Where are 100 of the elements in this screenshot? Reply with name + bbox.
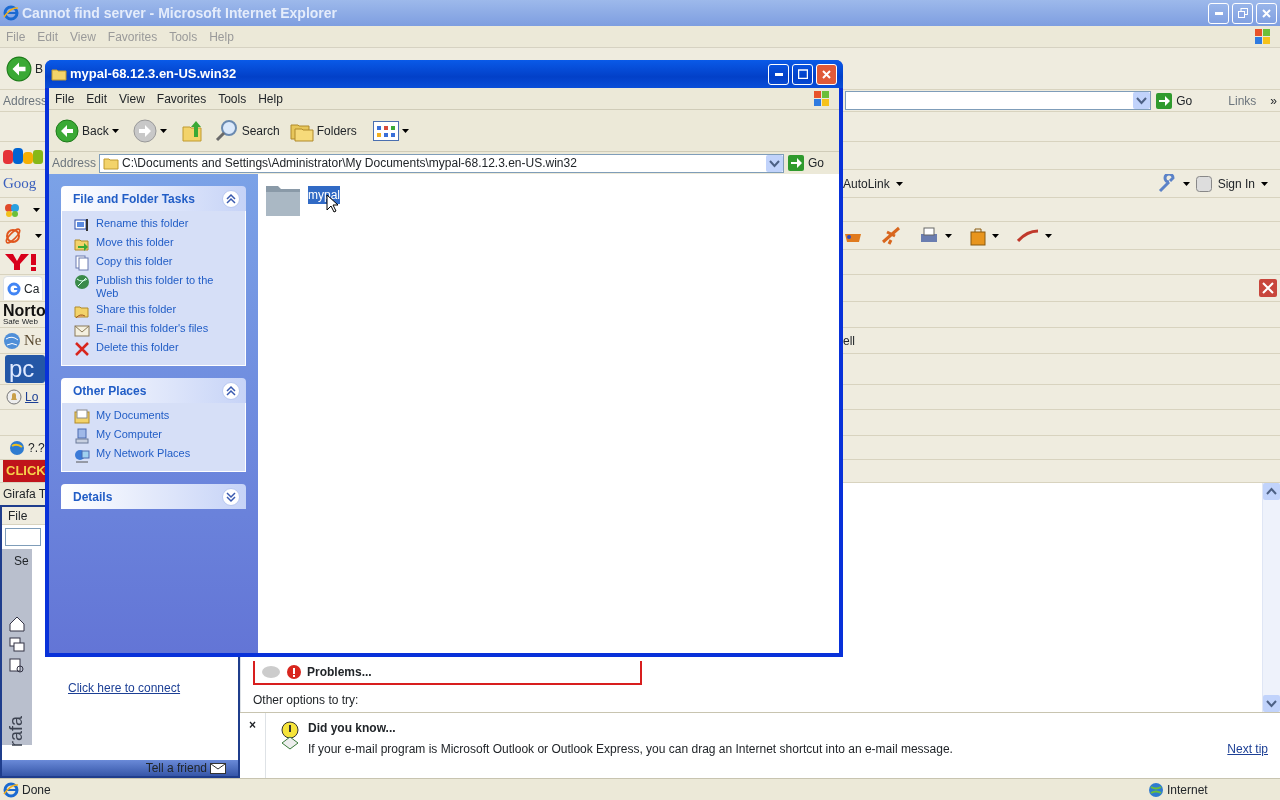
- panel-header[interactable]: Other Places: [61, 378, 246, 403]
- caret-icon[interactable]: [401, 128, 409, 133]
- minimize-icon: [774, 72, 783, 76]
- task-link[interactable]: Move this folder: [96, 236, 174, 249]
- panel-title: File and Folder Tasks: [73, 190, 195, 208]
- menu-item[interactable]: Edit: [86, 89, 108, 108]
- caret-icon[interactable]: [33, 207, 40, 212]
- task-link[interactable]: Share this folder: [96, 303, 177, 316]
- connect-link[interactable]: Click here to connect: [68, 679, 238, 697]
- more-button[interactable]: »: [1270, 91, 1277, 110]
- address-field[interactable]: C:\Documents and Settings\Administrator\My Documents\mypal-68.12.3.en-US.win32: [99, 153, 784, 173]
- restore-button[interactable]: [1232, 2, 1253, 24]
- pages-icon: [74, 255, 90, 271]
- folder-icon: [74, 409, 90, 425]
- toolbar-label: ell: [843, 332, 855, 350]
- panel-header[interactable]: File and Folder Tasks: [61, 186, 246, 211]
- minimize-icon: [1214, 11, 1223, 15]
- menu-item[interactable]: View: [119, 89, 145, 108]
- task-link[interactable]: Rename this folder: [96, 217, 189, 230]
- caret-icon[interactable]: [945, 233, 952, 238]
- address-text: C:\Documents and Settings\Administrator\My Documents\mypal-68.12.3.en-US.win32: [122, 155, 578, 172]
- globe-icon: [74, 274, 90, 290]
- collapse-icon[interactable]: [222, 381, 240, 400]
- links-button[interactable]: Links: [1228, 91, 1257, 110]
- task-link[interactable]: My Documents: [96, 409, 170, 422]
- expand-icon[interactable]: [222, 487, 240, 506]
- magnifier-page-icon[interactable]: [8, 657, 26, 675]
- caret-icon[interactable]: [895, 181, 903, 186]
- toolbar-link[interactable]: Lo: [25, 388, 39, 406]
- caret-icon[interactable]: [1045, 233, 1052, 238]
- collapse-icon[interactable]: [222, 189, 240, 208]
- browser-tab[interactable]: Ca: [3, 276, 44, 300]
- scroll-up-icon[interactable]: [1263, 483, 1280, 500]
- folder-arrow-icon: [74, 236, 90, 252]
- go-button[interactable]: Go: [1176, 91, 1193, 110]
- computer-icon: [74, 428, 90, 444]
- close-button[interactable]: [816, 63, 837, 85]
- checkbox-icon[interactable]: [1195, 175, 1212, 192]
- windows-icon[interactable]: [8, 636, 26, 654]
- bell-icon: [6, 389, 22, 405]
- problems-text: Problems...: [307, 664, 372, 681]
- disc-icon: [261, 665, 281, 679]
- brand-text: rafa: [5, 716, 28, 747]
- file-name[interactable]: mypal: [308, 186, 340, 204]
- panel-header[interactable]: Details: [61, 484, 246, 509]
- views-icon[interactable]: [372, 120, 399, 141]
- envelope-icon[interactable]: [210, 762, 226, 774]
- search-button[interactable]: Search: [214, 118, 280, 143]
- scroll-down-icon[interactable]: [1263, 695, 1280, 712]
- lightbulb-icon: [278, 719, 302, 751]
- task-link[interactable]: My Network Places: [96, 447, 191, 460]
- swoosh-icon[interactable]: [1017, 228, 1039, 243]
- next-tip-link[interactable]: Next tip: [1227, 739, 1268, 758]
- tip-title: Did you know...: [308, 720, 397, 737]
- close-icon[interactable]: [1259, 279, 1277, 297]
- caret-icon[interactable]: [992, 233, 999, 238]
- house-icon[interactable]: [8, 615, 26, 633]
- minimize-button[interactable]: [768, 63, 789, 85]
- autolink-button[interactable]: AutoLink: [843, 174, 890, 193]
- folder-icon: [51, 67, 67, 81]
- caret-icon[interactable]: [1182, 181, 1190, 186]
- address-field[interactable]: [845, 91, 1152, 110]
- address-label: Address: [3, 92, 48, 110]
- menu-item[interactable]: File: [8, 506, 28, 525]
- close-icon: [1262, 8, 1271, 18]
- shopping-bag-icon[interactable]: [970, 225, 986, 246]
- go-button[interactable]: Go: [808, 154, 824, 172]
- caret-icon[interactable]: [35, 233, 42, 238]
- status-text: Done: [22, 781, 52, 799]
- search-field[interactable]: [5, 528, 41, 546]
- menu-item[interactable]: Tools: [218, 89, 247, 108]
- caret-icon[interactable]: [1261, 181, 1268, 186]
- menu-item[interactable]: Help: [258, 89, 283, 108]
- window-title: Cannot find server - Microsoft Internet Explorer: [22, 3, 339, 23]
- sign-in-button[interactable]: Sign In: [1217, 174, 1255, 193]
- sidebar-tab[interactable]: Se: [2, 549, 32, 609]
- globe-icon: [3, 331, 21, 350]
- options-text: Other options to try:: [253, 692, 360, 709]
- window-icon: [74, 217, 90, 233]
- planet-icon[interactable]: [3, 225, 23, 246]
- wrench-icon[interactable]: [1156, 173, 1177, 194]
- task-link[interactable]: My Computer: [96, 428, 163, 441]
- tip-text: If your e-mail program is Microsoft Outlook or Outlook Express, you can drag an Internet shortcut into an e-mail message.: [308, 741, 954, 758]
- menu-item[interactable]: File: [55, 89, 75, 108]
- back-button[interactable]: Back: [55, 118, 109, 143]
- caret-icon[interactable]: [111, 128, 119, 133]
- scrollbar[interactable]: [1262, 483, 1280, 712]
- task-link[interactable]: Delete this folder: [96, 341, 179, 354]
- airplane-icon[interactable]: [881, 225, 901, 246]
- task-link[interactable]: Publish this folder to the Web: [96, 274, 237, 300]
- close-button[interactable]: ×: [249, 716, 256, 778]
- folders-button[interactable]: Folders: [289, 119, 357, 142]
- task-link[interactable]: E-mail this folder's files: [96, 322, 209, 335]
- menu-item[interactable]: Favorites: [156, 89, 207, 108]
- maximize-button[interactable]: [792, 63, 813, 85]
- task-link[interactable]: Copy this folder: [96, 255, 173, 268]
- globe-icon: [1148, 781, 1164, 798]
- error-icon: [287, 665, 301, 679]
- back-button[interactable]: B: [35, 59, 43, 78]
- caret-icon[interactable]: [159, 128, 167, 133]
